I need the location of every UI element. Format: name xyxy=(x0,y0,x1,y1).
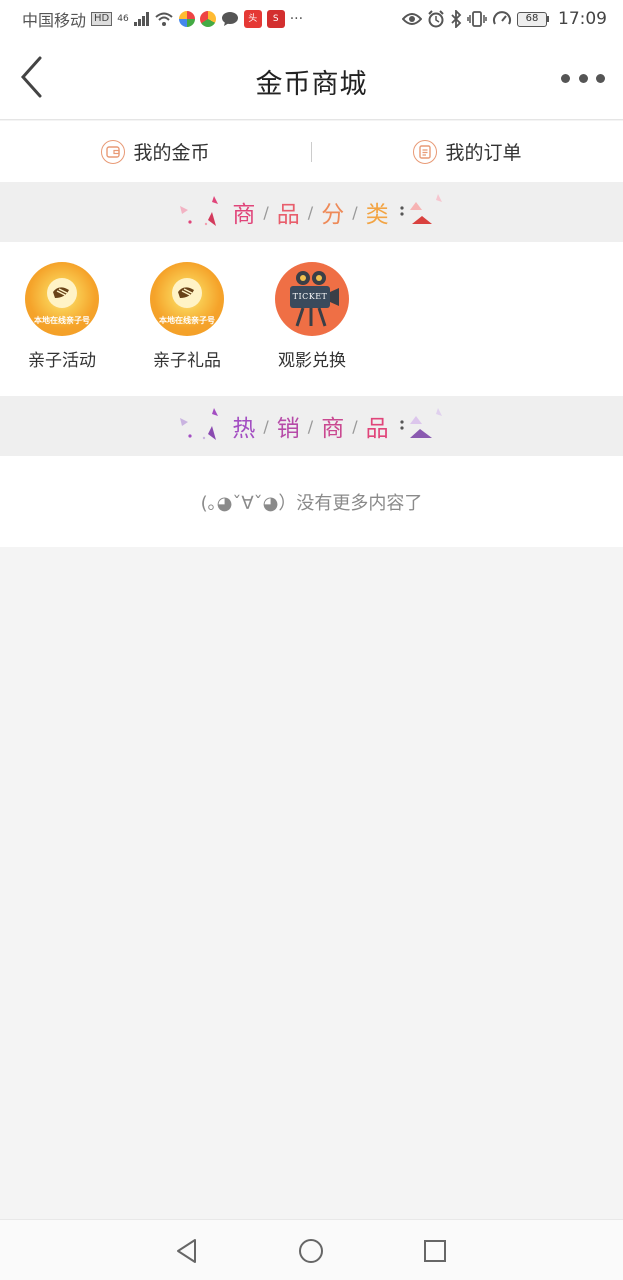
signal-icon xyxy=(133,12,149,26)
network-type: 46 xyxy=(117,14,129,24)
battery-icon: 68 xyxy=(517,11,549,27)
tab-my-orders-label: 我的订单 xyxy=(445,142,522,164)
alarm-icon xyxy=(428,10,444,28)
empty-hint-text: (｡◕ˇ∀ˇ◕）没有更多内容了 xyxy=(200,492,423,514)
category-label: 亲子礼品 xyxy=(153,351,221,371)
title-char: 品 xyxy=(365,416,391,442)
title-separator: / xyxy=(352,202,360,222)
status-left: 中国移动 HD 46 头 S ··· xyxy=(22,7,303,31)
category-item-parent-activity[interactable]: 本地在线亲子号 亲子活动 xyxy=(12,262,112,371)
more-notifications-icon: ··· xyxy=(289,11,304,27)
more-dot xyxy=(596,73,605,83)
tab-my-orders[interactable]: 我的订单 xyxy=(312,138,623,165)
system-navigation-bar xyxy=(0,1219,623,1280)
title-char: 类 xyxy=(365,202,391,228)
nav-home-icon[interactable] xyxy=(296,1236,326,1266)
speed-icon xyxy=(493,11,511,25)
app-icon-1 xyxy=(178,11,195,27)
eye-icon xyxy=(402,13,422,25)
app-icon-4: S xyxy=(266,10,285,28)
tab-my-coins-label: 我的金币 xyxy=(133,142,210,164)
category-label: 亲子活动 xyxy=(28,351,96,371)
title-char: 品 xyxy=(276,202,302,228)
category-section-title: 商 / 品 / 分 / 类 xyxy=(232,195,390,229)
title-char: 商 xyxy=(232,202,258,228)
category-label: 观影兑换 xyxy=(278,351,346,371)
app-icon-3: 头 xyxy=(243,10,262,28)
decoration-right-icon xyxy=(400,194,442,224)
more-dot xyxy=(578,73,588,83)
title-separator: / xyxy=(263,416,271,436)
category-section-header: 商 / 品 / 分 / 类 xyxy=(0,182,623,242)
nav-bar: 金币商城 xyxy=(0,38,623,120)
title-char: 热 xyxy=(232,416,258,442)
parenting-logo-icon: 本地在线亲子号 xyxy=(150,262,224,336)
page-title: 金币商城 xyxy=(255,69,368,100)
nav-recents-icon[interactable] xyxy=(420,1236,450,1266)
bluetooth-icon xyxy=(451,10,462,28)
title-separator: / xyxy=(307,416,316,436)
wifi-icon xyxy=(155,12,173,26)
title-separator: / xyxy=(307,202,316,222)
logo-text: 本地在线亲子号 xyxy=(159,316,215,325)
logo-text: 本地在线亲子号 xyxy=(34,316,90,325)
carrier-label: 中国移动 xyxy=(22,11,87,30)
more-button[interactable] xyxy=(561,70,605,86)
title-separator: / xyxy=(352,416,360,436)
wallet-icon xyxy=(101,139,126,164)
tab-my-coins[interactable]: 我的金币 xyxy=(0,138,311,165)
more-dot xyxy=(561,73,570,83)
category-grid: 本地在线亲子号 亲子活动 本地在线亲子号 亲子礼品 TICKET 观影兑换 xyxy=(0,242,623,396)
hd-badge: HD xyxy=(91,12,113,26)
decoration-right-icon xyxy=(400,408,442,438)
category-item-movie-exchange[interactable]: TICKET 观影兑换 xyxy=(262,262,362,371)
order-list-icon xyxy=(413,139,438,164)
hot-section-header: 热 / 销 / 商 / 品 xyxy=(0,396,623,456)
decoration-left-icon xyxy=(180,196,218,226)
empty-state: (｡◕ˇ∀ˇ◕）没有更多内容了 xyxy=(0,456,623,547)
vibrate-icon xyxy=(467,11,487,27)
movie-camera-icon: TICKET xyxy=(275,262,349,336)
battery-level: 68 xyxy=(517,11,547,27)
clock-time: 17:09 xyxy=(558,9,607,29)
category-item-parent-gift[interactable]: 本地在线亲子号 亲子礼品 xyxy=(137,262,237,371)
status-bar: 中国移动 HD 46 头 S ··· 68 17:09 xyxy=(0,0,623,38)
ticket-text: TICKET xyxy=(292,292,328,301)
title-char: 商 xyxy=(321,416,347,442)
nav-back-icon[interactable] xyxy=(172,1236,202,1266)
decoration-left-icon xyxy=(180,408,218,440)
parenting-logo-icon: 本地在线亲子号 xyxy=(25,262,99,336)
title-char: 分 xyxy=(321,202,347,228)
app-icon-2 xyxy=(199,11,216,27)
status-right: 68 17:09 xyxy=(402,9,607,29)
account-tabs: 我的金币 我的订单 xyxy=(0,121,623,182)
message-icon xyxy=(221,12,238,26)
hot-section-title: 热 / 销 / 商 / 品 xyxy=(232,409,390,443)
title-separator: / xyxy=(263,202,271,222)
title-char: 销 xyxy=(276,416,302,442)
